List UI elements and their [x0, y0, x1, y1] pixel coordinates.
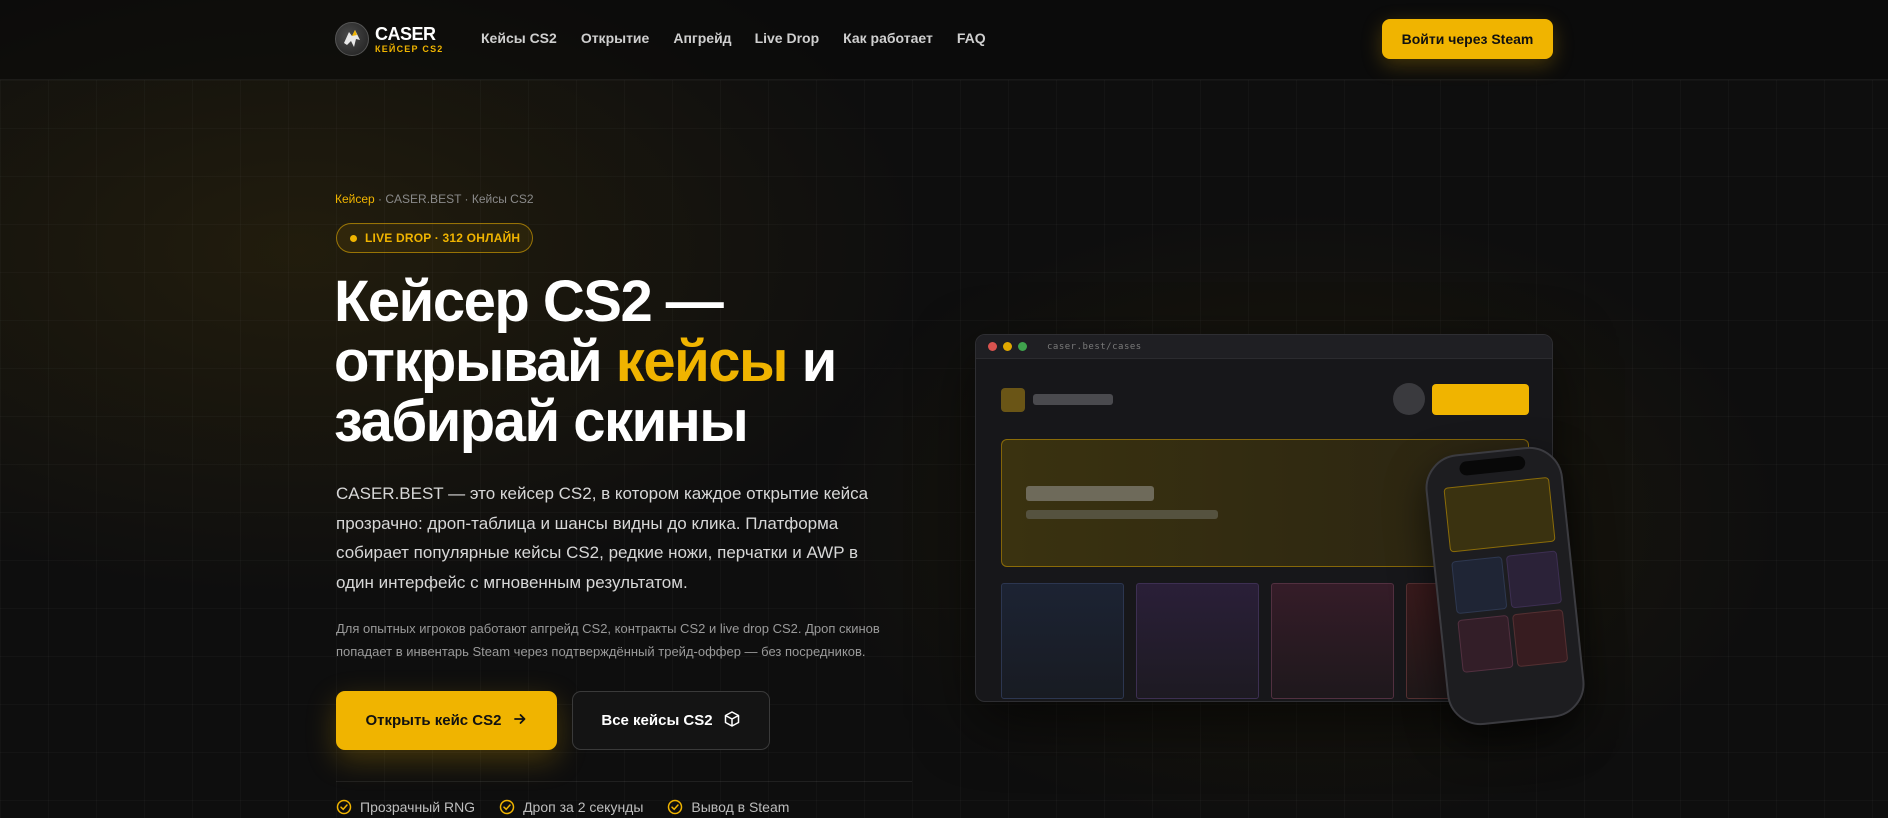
title-line-3: забирай скины [334, 389, 749, 454]
arrow-right-icon [512, 711, 528, 731]
nav-link-faq[interactable]: FAQ [957, 30, 986, 46]
phone-card-placeholder [1451, 556, 1508, 615]
open-case-button[interactable]: Открыть кейс CS2 [336, 691, 557, 750]
feature-label: Вывод в Steam [691, 799, 790, 815]
main-nav: Кейсы CS2 Открытие Апгрейд Live Drop Как… [481, 30, 1010, 46]
logo[interactable]: CASER КЕЙСЕР CS2 [335, 22, 443, 56]
phone-card-placeholder [1512, 609, 1569, 668]
hero-description: CASER.BEST — это кейсер CS2, в котором к… [336, 484, 869, 592]
breadcrumb: Кейсер · CASER.BEST · Кейсы CS2 [335, 192, 534, 206]
mockup-nav-placeholder [1033, 394, 1113, 405]
open-case-button-label: Открыть кейс CS2 [365, 712, 502, 729]
nav-link-cases[interactable]: Кейсы CS2 [481, 30, 557, 46]
mockup-case-card [1136, 583, 1259, 699]
live-dot-icon [350, 234, 357, 242]
feature-item: Дроп за 2 секунды [499, 799, 643, 815]
title-highlight: кейсы [615, 329, 789, 394]
nav-link-upgrade[interactable]: Апгрейд [673, 30, 731, 46]
live-drop-badge: LIVE DROP · 312 ОНЛАЙН [336, 223, 533, 253]
box-icon [723, 710, 741, 732]
nav-link-opening[interactable]: Открытие [581, 30, 650, 46]
mockup-url: caser.best/cases [1047, 341, 1142, 352]
title-line-2-end: и [787, 329, 838, 394]
eagle-logo-icon [335, 22, 369, 56]
breadcrumb-home[interactable]: Кейсер [335, 192, 375, 206]
logo-subtitle: КЕЙСЕР CS2 [375, 43, 444, 54]
title-line-2-start: открывай [334, 329, 616, 394]
phone-hero-placeholder [1443, 476, 1556, 553]
mockup-logo-placeholder [1001, 388, 1025, 412]
steam-login-button[interactable]: Войти через Steam [1382, 19, 1553, 59]
mockup-case-card [1001, 583, 1124, 699]
window-minimize-dot [1003, 342, 1012, 351]
check-circle-icon [667, 799, 683, 815]
mockup-text-placeholder [1026, 510, 1218, 519]
phone-notch [1458, 455, 1526, 477]
feature-label: Дроп за 2 секунды [523, 799, 644, 815]
logo-name: CASER [375, 23, 436, 44]
phone-card-placeholder [1505, 550, 1563, 609]
phone-card-placeholder [1457, 614, 1514, 673]
phone-mockup [1422, 443, 1588, 729]
features-divider [336, 781, 912, 782]
nav-link-how-it-works[interactable]: Как работает [843, 30, 933, 46]
feature-label: Прозрачный RNG [360, 799, 476, 815]
window-maximize-dot [1018, 342, 1027, 351]
feature-list: Прозрачный RNG Дроп за 2 секунды Вывод в… [336, 799, 813, 815]
nav-link-live-drop[interactable]: Live Drop [755, 30, 820, 46]
mockup-button-placeholder [1432, 384, 1529, 415]
title-line-1: Кейсер CS2 — [334, 269, 724, 334]
breadcrumb-rest: · CASER.BEST · Кейсы CS2 [374, 192, 534, 206]
live-drop-badge-label: LIVE DROP · 312 ОНЛАЙН [365, 231, 521, 245]
mockup-avatar-placeholder [1393, 383, 1425, 415]
window-close-dot [988, 342, 997, 351]
all-cases-button-label: Все кейсы CS2 [601, 712, 713, 729]
mockup-title-bar: caser.best/cases [976, 335, 1552, 359]
hero-note: Для опытных игроков работают апгрейд CS2… [336, 621, 880, 659]
page-title: Кейсер CS2 — открывай кейсы и забирай ск… [334, 272, 954, 452]
feature-item: Вывод в Steam [667, 799, 789, 815]
mockup-case-card [1271, 583, 1394, 699]
check-circle-icon [336, 799, 352, 815]
mockup-heading-placeholder [1026, 486, 1154, 501]
all-cases-button[interactable]: Все кейсы CS2 [572, 691, 770, 750]
feature-item: Прозрачный RNG [336, 799, 475, 815]
check-circle-icon [499, 799, 515, 815]
site-header: CASER КЕЙСЕР CS2 Кейсы CS2 Открытие Апгр… [0, 0, 1888, 80]
